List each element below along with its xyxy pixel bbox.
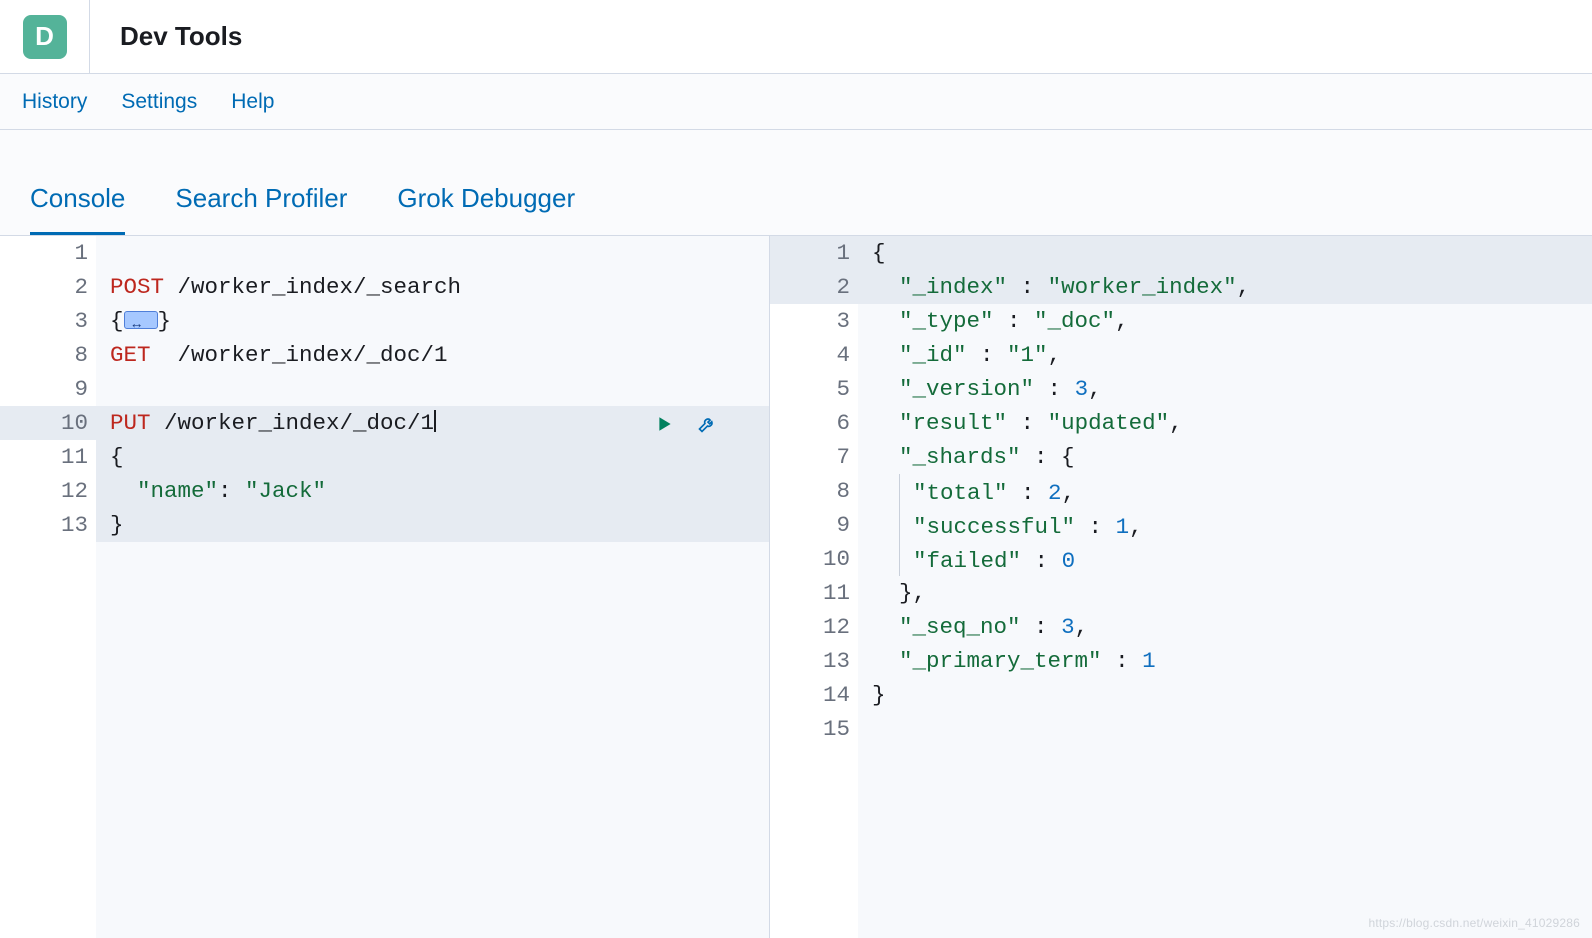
code-line[interactable]: } [96,508,769,542]
gutter-line: 3▸ [0,304,96,338]
code-line: "_seq_no" : 3, [858,610,1592,644]
gutter-line: 10 [770,542,858,576]
request-editor[interactable]: 123▸891011▾1213▴ POST /worker_index/_sea… [0,236,770,938]
help-link[interactable]: Help [231,90,274,114]
gutter-line: 5 [770,372,858,406]
code-line[interactable]: {} [96,304,769,338]
code-line[interactable]: PUT /worker_index/_doc/1 [96,406,769,440]
gutter-line: 3 [770,304,858,338]
gutter-line: 1▾ [770,236,858,270]
gutter-line: 8 [0,338,96,372]
code-line[interactable]: GET /worker_index/_doc/1 [96,338,769,372]
subheader-bar: History Settings Help [0,74,1592,130]
gutter-line: 4 [770,338,858,372]
settings-link[interactable]: Settings [121,90,197,114]
text-cursor [434,410,436,432]
code-line: "_type" : "_doc", [858,304,1592,338]
gutter-line: 1 [0,236,96,270]
indent-guide [899,474,900,508]
code-line: }, [858,576,1592,610]
gutter-line: 6 [770,406,858,440]
gutter-line: 8 [770,474,858,508]
collapsed-fold-icon[interactable] [124,311,158,329]
response-viewer: 1▾234567▾891011▴121314▴15 { "_index" : "… [770,236,1592,938]
app-icon-container: D [0,0,90,73]
code-line: "total" : 2, [858,474,1592,508]
indent-guide [899,508,900,542]
code-line[interactable]: "name": "Jack" [96,474,769,508]
code-line: "_id" : "1", [858,338,1592,372]
tab-search-profiler[interactable]: Search Profiler [175,183,347,235]
code-line: "result" : "updated", [858,406,1592,440]
app-icon[interactable]: D [23,15,67,59]
gutter-line: 11▴ [770,576,858,610]
gutter-line: 14▴ [770,678,858,712]
code-line: "_version" : 3, [858,372,1592,406]
request-options-button[interactable] [693,410,721,438]
code-line: } [858,678,1592,712]
code-line[interactable] [96,236,769,270]
code-line[interactable]: POST /worker_index/_search [96,270,769,304]
gutter-line: 12 [770,610,858,644]
gutter-line: 13 [770,644,858,678]
gutter-line: 15 [770,712,858,746]
gutter-line: 9 [0,372,96,406]
code-line: "_shards" : { [858,440,1592,474]
indent-guide [899,542,900,576]
gutter-line: 2 [0,270,96,304]
editor-panes: 123▸891011▾1213▴ POST /worker_index/_sea… [0,236,1592,938]
gutter-line: 2 [770,270,858,304]
watermark-text: https://blog.csdn.net/weixin_41029286 [1368,916,1580,930]
gutter-line: 9 [770,508,858,542]
gutter-line: 7▾ [770,440,858,474]
page-title: Dev Tools [90,21,242,52]
response-gutter: 1▾234567▾891011▴121314▴15 [770,236,858,938]
code-line: "_primary_term" : 1 [858,644,1592,678]
tab-bar: Console Search Profiler Grok Debugger [0,130,1592,236]
code-line[interactable] [96,372,769,406]
run-request-button[interactable] [651,410,679,438]
gutter-line: 11▾ [0,440,96,474]
tab-grok-debugger[interactable]: Grok Debugger [397,183,575,235]
code-line: { [858,236,1592,270]
history-link[interactable]: History [22,90,87,114]
request-gutter: 123▸891011▾1213▴ [0,236,96,938]
gutter-line: 12 [0,474,96,508]
code-line: "failed" : 0 [858,542,1592,576]
code-line[interactable]: { [96,440,769,474]
code-line: "_index" : "worker_index", [858,270,1592,304]
gutter-line: 13▴ [0,508,96,542]
request-code[interactable]: POST /worker_index/_search{}GET /worker_… [96,236,769,938]
code-line: "successful" : 1, [858,508,1592,542]
gutter-line: 10 [0,406,96,440]
code-line [858,712,1592,746]
tab-console[interactable]: Console [30,183,125,235]
response-code: { "_index" : "worker_index", "_type" : "… [858,236,1592,938]
header-bar: D Dev Tools [0,0,1592,74]
